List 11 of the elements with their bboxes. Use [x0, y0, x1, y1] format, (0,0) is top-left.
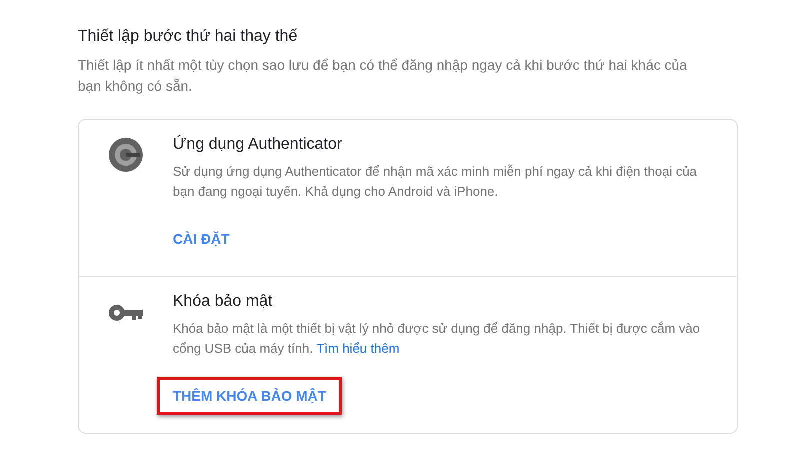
- section-description: Thiết lập ít nhất một tùy chọn sao lưu để bạn có thể đăng nhập ngay cả khi bước thứ hai khác của bạn không có sẵn.: [78, 56, 688, 96]
- option-description: Sử dụng ứng dụng Authenticator để nhận mã xác minh miễn phí ngay cả khi điện thoại của bạn đang ngoại tuyến. Khả dụng cho Android và iPhone.: [173, 163, 698, 201]
- authenticator-icon: [109, 138, 143, 172]
- option-button[interactable]: THÊM KHÓA BẢO MẬT: [160, 380, 340, 412]
- option-button[interactable]: CÀI ĐẶT: [160, 223, 243, 255]
- option-description: Khóa bảo mật là một thiết bị vật lý nhỏ được sử dụng để đăng nhập. Thiết bị được cắm vào cổng USB của máy tính. Tìm hiểu thêm: [173, 320, 702, 358]
- section-title: Thiết lập bước thứ hai thay thế: [78, 28, 299, 46]
- key-icon: [109, 305, 143, 321]
- learn-more-link[interactable]: Tìm hiểu thêm: [316, 341, 400, 356]
- option-title: Khóa bảo mật: [173, 293, 274, 311]
- option-title: Ứng dụng Authenticator: [173, 136, 344, 154]
